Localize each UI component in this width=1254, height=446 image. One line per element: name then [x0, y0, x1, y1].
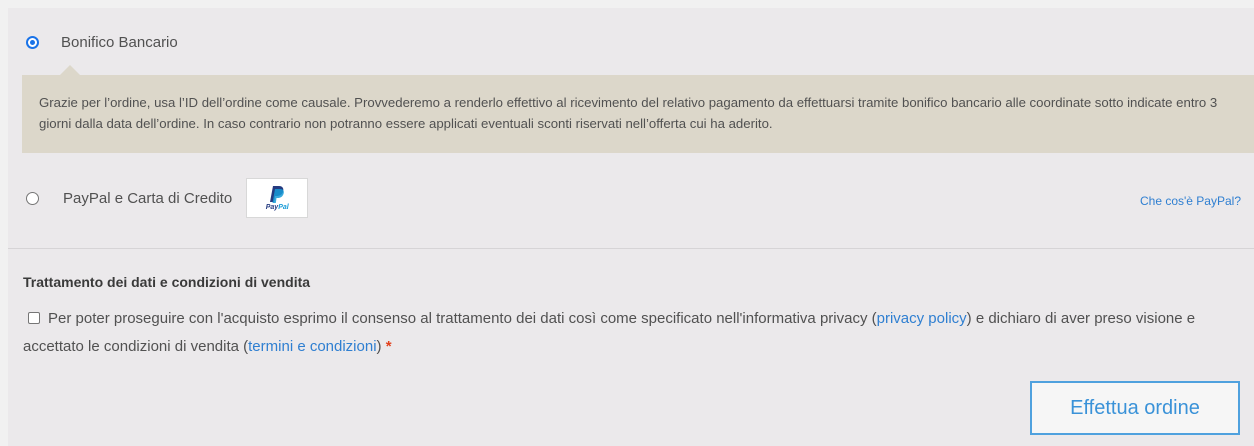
paypal-label[interactable]: PayPal e Carta di Credito — [63, 190, 232, 207]
terms-conditions-link[interactable]: termini e condizioni — [248, 338, 376, 355]
section-divider — [8, 248, 1254, 249]
paypal-radio[interactable] — [26, 191, 39, 205]
terms-text-part1: Per poter proseguire con l'acquisto espr… — [48, 310, 877, 327]
terms-consent: Per poter proseguire con l'acquisto espr… — [23, 305, 1245, 361]
what-is-paypal-link[interactable]: Che cos'è PayPal? — [1140, 194, 1241, 208]
payment-method-bacs[interactable]: Bonifico Bancario — [26, 34, 178, 51]
paypal-logo-icon: PayPal — [246, 178, 309, 218]
terms-text-part3: ) — [376, 338, 382, 355]
paypal-wordmark: PayPal — [265, 203, 289, 211]
bacs-radio[interactable] — [26, 36, 39, 49]
checkout-payment-panel: Bonifico Bancario Grazie per l’ordine, u… — [8, 8, 1254, 446]
terms-checkbox[interactable] — [28, 312, 40, 324]
required-marker: * — [385, 338, 392, 355]
place-order-button[interactable]: Effettua ordine — [1030, 381, 1240, 435]
bacs-label[interactable]: Bonifico Bancario — [61, 34, 178, 51]
terms-title: Trattamento dei dati e condizioni di ven… — [23, 274, 311, 290]
notice-arrow — [60, 65, 80, 75]
payment-method-paypal[interactable]: PayPal e Carta di Credito PayPal — [26, 178, 309, 218]
bacs-description: Grazie per l’ordine, usa l’ID dell’ordin… — [22, 75, 1254, 153]
paypal-p-icon — [270, 185, 285, 203]
privacy-policy-link[interactable]: privacy policy — [877, 310, 967, 327]
